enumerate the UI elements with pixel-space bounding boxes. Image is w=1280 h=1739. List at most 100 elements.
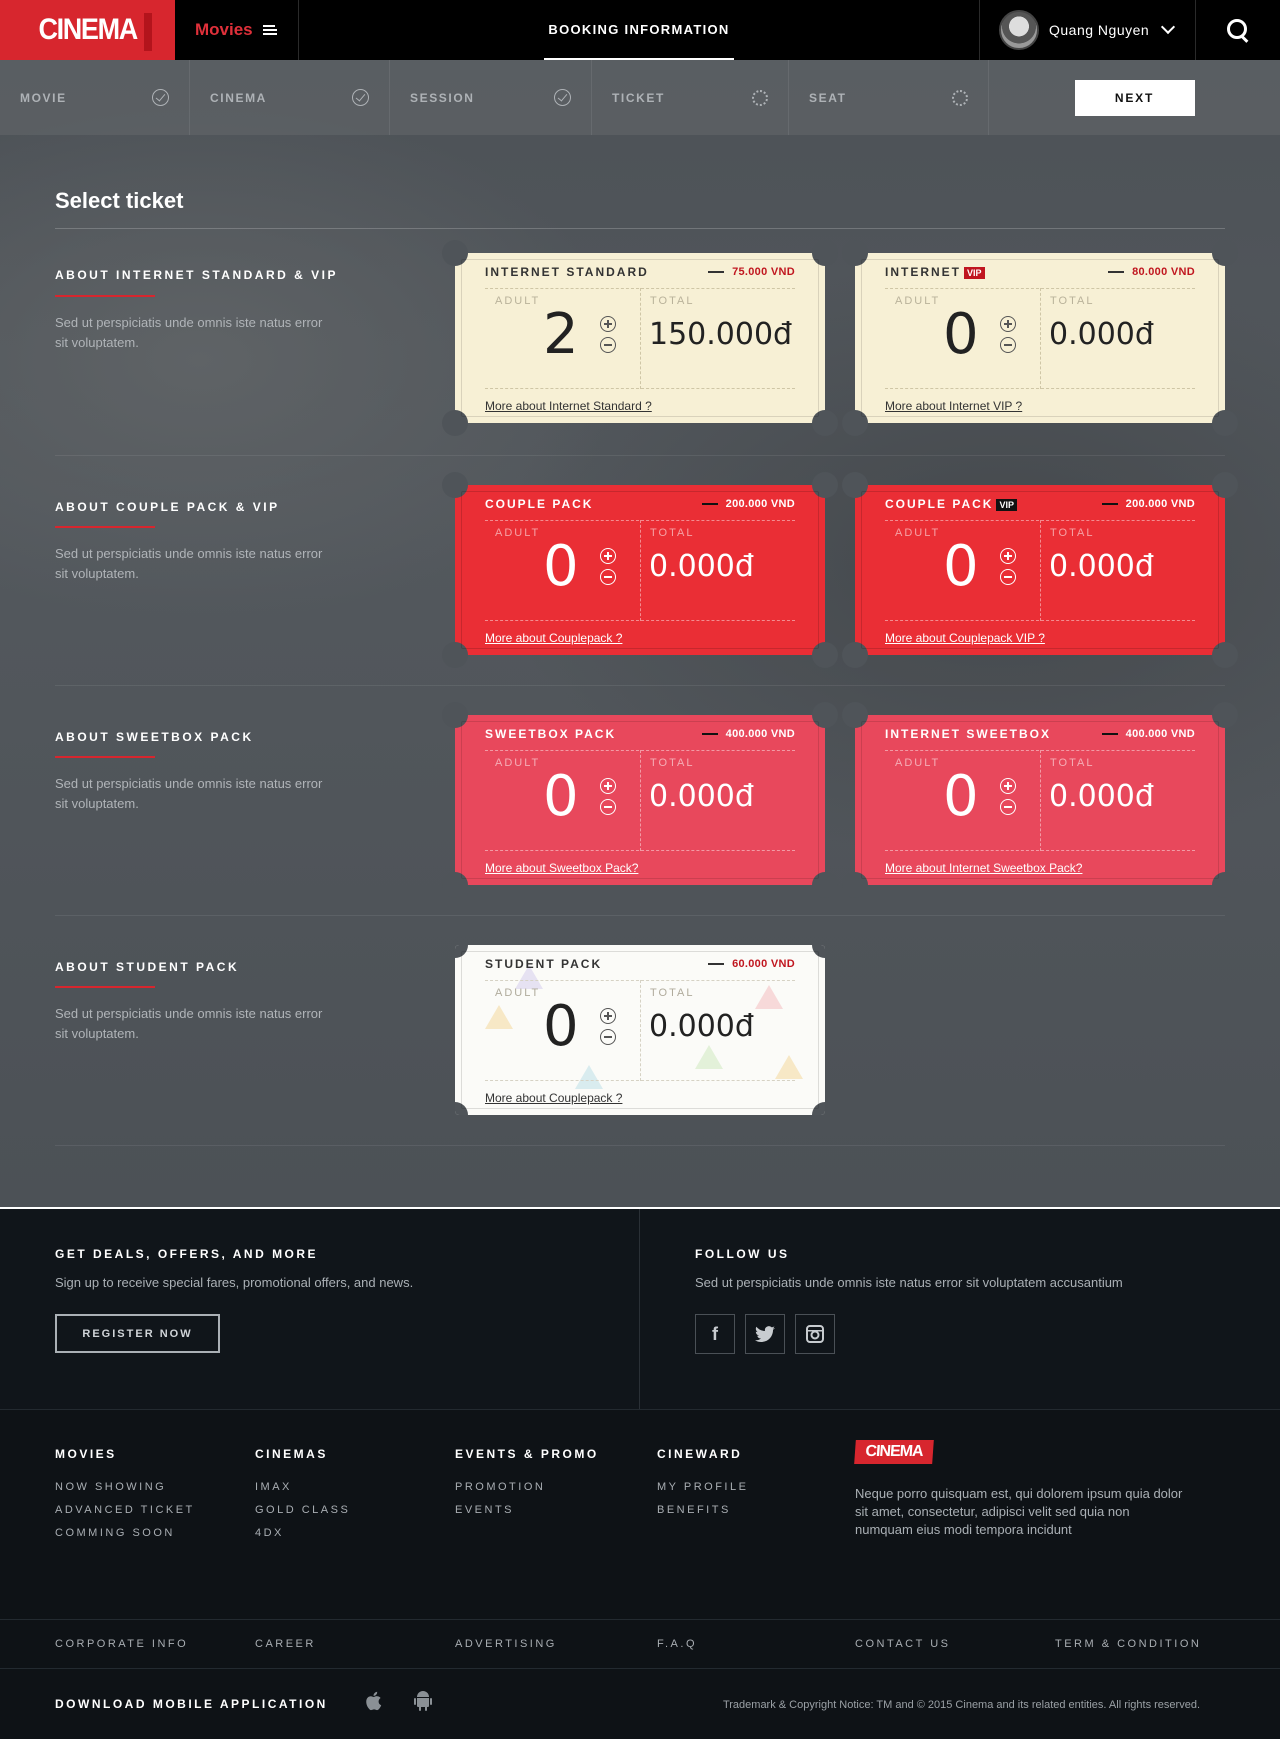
ticket-internet-vip: INTERNET VIP 80.000 VND ADULT TOTAL 0 0.00… (842, 240, 1238, 436)
ticket-more-link[interactable]: More about Couplepack ? (485, 631, 622, 645)
ticket-more-link[interactable]: More about Internet VIP ? (885, 399, 1022, 413)
row-title: ABOUT INTERNET STANDARD & VIP (55, 268, 338, 282)
total-label: TOTAL (650, 987, 695, 999)
movies-menu-button[interactable]: Movies (175, 0, 299, 60)
plus-icon[interactable] (1000, 548, 1016, 564)
booking-steps: MOVIE CINEMA SESSION TICKET SEAT NEXT (0, 60, 1280, 135)
plus-icon[interactable] (600, 316, 616, 332)
adult-label: ADULT (895, 527, 941, 539)
total-label: TOTAL (650, 295, 695, 307)
step-seat[interactable]: SEAT (789, 60, 989, 135)
minus-icon[interactable] (600, 337, 616, 353)
footer-link[interactable]: NOW SHOWING (55, 1481, 195, 1493)
user-name: Quang Nguyen (1049, 22, 1150, 38)
step-session[interactable]: SESSION (390, 60, 592, 135)
ticket-price: 60.000 VND (708, 957, 795, 971)
ticket-price: 200.000 VND (1102, 497, 1195, 511)
ticket-name: INTERNET SWEETBOX (885, 727, 1052, 741)
step-label: MOVIE (20, 90, 67, 105)
copyright-text: Trademark & Copyright Notice: TM and © 2… (722, 1699, 1200, 1711)
divider (55, 1145, 1225, 1146)
step-ticket[interactable]: TICKET (592, 60, 789, 135)
plus-icon[interactable] (1000, 316, 1016, 332)
footer-links: CORPORATE INFO CAREER ADVERTISING F.A.Q … (0, 1619, 1280, 1668)
footer-link[interactable]: 4DX (255, 1527, 350, 1539)
twitter-icon[interactable] (745, 1314, 785, 1354)
row-accent-line (55, 526, 155, 528)
minus-icon[interactable] (1000, 569, 1016, 585)
ticket-more-link[interactable]: More about Internet Standard ? (485, 399, 652, 413)
plus-icon[interactable] (1000, 778, 1016, 794)
row-accent-line (55, 986, 155, 988)
ticket-name: COUPLE PACK (485, 497, 594, 511)
adult-label: ADULT (495, 987, 541, 999)
instagram-icon[interactable] (795, 1314, 835, 1354)
search-button[interactable] (1196, 0, 1280, 60)
minus-icon[interactable] (1000, 337, 1016, 353)
plus-icon[interactable] (600, 1008, 616, 1024)
footer-link-faq[interactable]: F.A.Q (657, 1638, 697, 1650)
ticket-total: 0.000đ (1049, 779, 1154, 814)
ticket-name: STUDENT PACK (485, 957, 603, 971)
footer-logo[interactable]: CINEMA (854, 1440, 934, 1464)
step-cinema[interactable]: CINEMA (190, 60, 390, 135)
minus-icon[interactable] (1000, 799, 1016, 815)
ticket-price: 200.000 VND (702, 497, 795, 511)
footer-link[interactable]: EVENTS (455, 1504, 599, 1516)
minus-icon[interactable] (600, 569, 616, 585)
row-description: Sed ut perspiciatis unde omnis iste natu… (55, 776, 323, 811)
register-now-button[interactable]: REGISTER NOW (55, 1314, 220, 1353)
footer-link[interactable]: BENEFITS (657, 1504, 748, 1516)
user-menu[interactable]: Quang Nguyen (979, 0, 1196, 60)
footer-link-corporate[interactable]: CORPORATE INFO (55, 1638, 188, 1650)
plus-icon[interactable] (600, 778, 616, 794)
footer-link-terms[interactable]: TERM & CONDITION (1055, 1638, 1201, 1650)
minus-icon[interactable] (600, 799, 616, 815)
ticket-price: 75.000 VND (708, 265, 795, 279)
footer-link[interactable]: GOLD CLASS (255, 1504, 350, 1516)
footer-link[interactable]: PROMOTION (455, 1481, 599, 1493)
movies-menu-label: Movies (195, 20, 253, 39)
footer-link[interactable]: MY PROFILE (657, 1481, 748, 1493)
ticket-more-link[interactable]: More about Couplepack ? (485, 1091, 622, 1105)
apple-icon[interactable] (364, 1691, 382, 1711)
footer-about-text: Neque porro quisquam est, qui dolorem ip… (855, 1486, 1183, 1537)
footer-column-cinemas: CINEMAS IMAX GOLD CLASS 4DX (255, 1447, 350, 1550)
ticket-internet-sweetbox: INTERNET SWEETBOX 400.000 VND ADULT TOTAL… (842, 702, 1238, 898)
cinema-logo[interactable]: CINEMA (0, 0, 175, 60)
footer-link[interactable]: COMMING SOON (55, 1527, 195, 1539)
footer-link[interactable]: ADVANCED TICKET (55, 1504, 195, 1516)
ticket-internet-standard: INTERNET STANDARD 75.000 VND ADULT TOTAL … (442, 240, 838, 436)
row-title: ABOUT SWEETBOX PACK (55, 730, 254, 744)
plus-icon[interactable] (600, 548, 616, 564)
follow-section: FOLLOW US Sed ut perspiciatis unde omnis… (695, 1247, 1123, 1354)
booking-information-tab[interactable]: BOOKING INFORMATION (544, 0, 734, 60)
ticket-more-link[interactable]: More about Couplepack VIP ? (885, 631, 1045, 645)
ticket-total: 0.000đ (649, 549, 754, 584)
footer-column-cineward: CINEWARD MY PROFILE BENEFITS (657, 1447, 748, 1527)
android-icon[interactable] (414, 1691, 432, 1711)
ticket-more-link[interactable]: More about Internet Sweetbox Pack? (885, 861, 1082, 875)
footer-column-title: MOVIES (55, 1447, 117, 1461)
ticket-price: 80.000 VND (1108, 265, 1195, 279)
chevron-down-icon (1161, 19, 1176, 35)
logo-text: CINEMA (38, 13, 138, 46)
facebook-icon[interactable]: f (695, 1314, 735, 1354)
next-button[interactable]: NEXT (1074, 79, 1195, 116)
logo-accent (144, 13, 152, 51)
check-circle-icon (554, 89, 571, 106)
ticket-name: SWEETBOX PACK (485, 727, 617, 741)
next-wrap: NEXT (989, 60, 1280, 135)
ticket-more-link[interactable]: More about Sweetbox Pack? (485, 861, 638, 875)
ticket-total: 0.000đ (649, 779, 754, 814)
footer-link-advertising[interactable]: ADVERTISING (455, 1638, 557, 1650)
footer-link-contact[interactable]: CONTACT US (855, 1638, 951, 1650)
ticket-total: 0.000đ (1049, 317, 1154, 352)
footer-link[interactable]: IMAX (255, 1481, 350, 1493)
footer-column-title: CINEWARD (657, 1447, 743, 1461)
minus-icon[interactable] (600, 1029, 616, 1045)
ticket-couple-pack: COUPLE PACK 200.000 VND ADULT TOTAL 0 0.0… (442, 472, 838, 668)
footer-link-career[interactable]: CAREER (255, 1638, 316, 1650)
step-movie[interactable]: MOVIE (0, 60, 190, 135)
ticket-quantity: 0 (543, 994, 579, 1059)
